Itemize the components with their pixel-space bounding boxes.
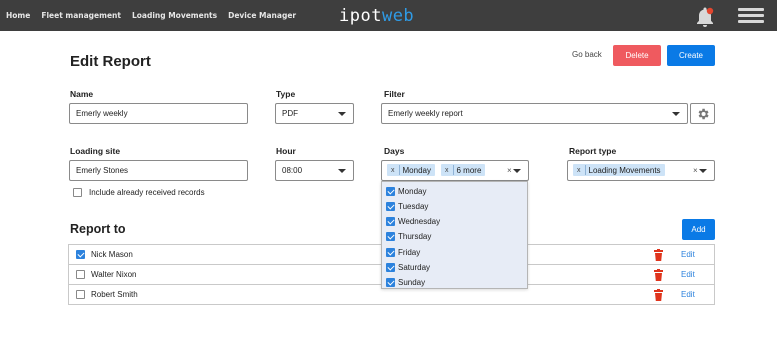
chevron-down-icon xyxy=(513,169,521,173)
option-checkbox[interactable] xyxy=(386,262,395,272)
option-checkbox[interactable] xyxy=(386,186,395,196)
days-option-sunday[interactable]: Sunday xyxy=(386,276,425,288)
option-checkbox[interactable] xyxy=(386,277,395,287)
hour-select-value: 08:00 xyxy=(282,166,303,175)
edit-link[interactable]: Edit xyxy=(681,290,695,299)
remove-tag-icon[interactable]: x xyxy=(445,167,449,174)
filter-label: Filter xyxy=(384,89,405,99)
hour-select[interactable]: 08:00 xyxy=(275,160,354,181)
days-tag-monday: x Monday xyxy=(387,164,435,176)
remove-tag-icon[interactable]: x xyxy=(391,167,395,174)
chevron-down-icon xyxy=(672,112,680,116)
recipient-name: Robert Smith xyxy=(91,290,138,299)
hamburger-menu-icon[interactable] xyxy=(738,8,764,24)
option-checkbox[interactable] xyxy=(386,247,395,257)
recipient-name: Walter Nixon xyxy=(91,270,137,279)
option-label: Sunday xyxy=(398,277,426,287)
row-checkbox[interactable] xyxy=(76,290,85,299)
loading-site-label: Loading site xyxy=(70,146,121,156)
include-received-checkbox[interactable] xyxy=(73,188,82,197)
days-option-monday[interactable]: Monday xyxy=(386,185,426,197)
top-navbar: Home Fleet management Loading Movements … xyxy=(0,0,777,31)
days-option-wednesday[interactable]: Wednesday xyxy=(386,215,440,227)
report-to-title: Report to xyxy=(70,222,126,236)
recipient-name: Nick Mason xyxy=(91,250,133,259)
loading-site-input[interactable]: Emerly Stones xyxy=(69,160,248,181)
chevron-down-icon xyxy=(699,169,707,173)
report-type-tag-label: Loading Movements xyxy=(588,165,661,175)
add-recipient-button[interactable]: Add xyxy=(682,219,715,240)
nav-device-manager[interactable]: Device Manager xyxy=(228,11,296,20)
nav-fleet-management[interactable]: Fleet management xyxy=(41,11,121,20)
logo-text-part2: web xyxy=(381,6,415,26)
option-checkbox[interactable] xyxy=(386,216,395,226)
page-title: Edit Report xyxy=(70,53,151,70)
edit-link[interactable]: Edit xyxy=(681,270,695,279)
main-nav: Home Fleet management Loading Movements … xyxy=(6,0,307,31)
days-tag-more: x 6 more xyxy=(441,164,486,176)
days-option-thursday[interactable]: Thursday xyxy=(386,230,431,242)
nav-loading-movements[interactable]: Loading Movements xyxy=(132,11,217,20)
days-tag-label: Monday xyxy=(402,165,431,175)
row-checkbox[interactable] xyxy=(76,270,85,279)
trash-icon[interactable] xyxy=(654,269,663,281)
trash-icon[interactable] xyxy=(654,249,663,261)
type-select[interactable]: PDF xyxy=(275,103,354,124)
days-dropdown: Monday Tuesday Wednesday Thursday Friday… xyxy=(381,181,528,289)
logo-text-part1: ipot xyxy=(339,6,382,26)
filter-settings-button[interactable] xyxy=(690,103,715,124)
row-checkbox[interactable] xyxy=(76,250,85,259)
name-input[interactable]: Emerly weekly xyxy=(69,103,248,124)
option-label: Wednesday xyxy=(398,216,441,226)
app-logo[interactable]: ipot web xyxy=(339,6,414,26)
option-label: Tuesday xyxy=(398,201,429,211)
delete-button[interactable]: Delete xyxy=(613,45,661,66)
option-label: Friday xyxy=(398,247,421,257)
days-option-friday[interactable]: Friday xyxy=(386,246,420,258)
type-select-value: PDF xyxy=(282,109,298,118)
chevron-down-icon xyxy=(338,169,346,173)
gear-icon xyxy=(698,108,709,119)
type-label: Type xyxy=(276,89,296,99)
clear-icon[interactable]: × xyxy=(693,166,698,175)
days-option-tuesday[interactable]: Tuesday xyxy=(386,200,428,212)
filter-select[interactable]: Emerly weekly report xyxy=(381,103,688,124)
report-type-tag: x Loading Movements xyxy=(573,164,665,176)
loading-site-value: Emerly Stones xyxy=(76,166,129,175)
create-button[interactable]: Create xyxy=(667,45,715,66)
option-checkbox[interactable] xyxy=(386,201,395,211)
include-received-label: Include already received records xyxy=(89,188,205,197)
go-back-link[interactable]: Go back xyxy=(572,50,602,59)
remove-tag-icon[interactable]: x xyxy=(577,167,581,174)
option-label: Thursday xyxy=(398,231,432,241)
edit-link[interactable]: Edit xyxy=(681,250,695,259)
bell-icon[interactable] xyxy=(693,5,717,29)
chevron-down-icon xyxy=(338,112,346,116)
name-label: Name xyxy=(70,89,94,99)
days-option-saturday[interactable]: Saturday xyxy=(386,261,430,273)
nav-home[interactable]: Home xyxy=(6,11,30,20)
clear-icon[interactable]: × xyxy=(507,166,512,175)
trash-icon[interactable] xyxy=(654,289,663,301)
option-label: Monday xyxy=(398,186,427,196)
days-tag-label: 6 more xyxy=(456,165,482,175)
name-input-value: Emerly weekly xyxy=(76,109,128,118)
option-checkbox[interactable] xyxy=(386,231,395,241)
report-type-label: Report type xyxy=(569,146,617,156)
hour-label: Hour xyxy=(276,146,296,156)
option-label: Saturday xyxy=(398,262,431,272)
days-label: Days xyxy=(384,146,405,156)
filter-select-value: Emerly weekly report xyxy=(388,109,463,118)
